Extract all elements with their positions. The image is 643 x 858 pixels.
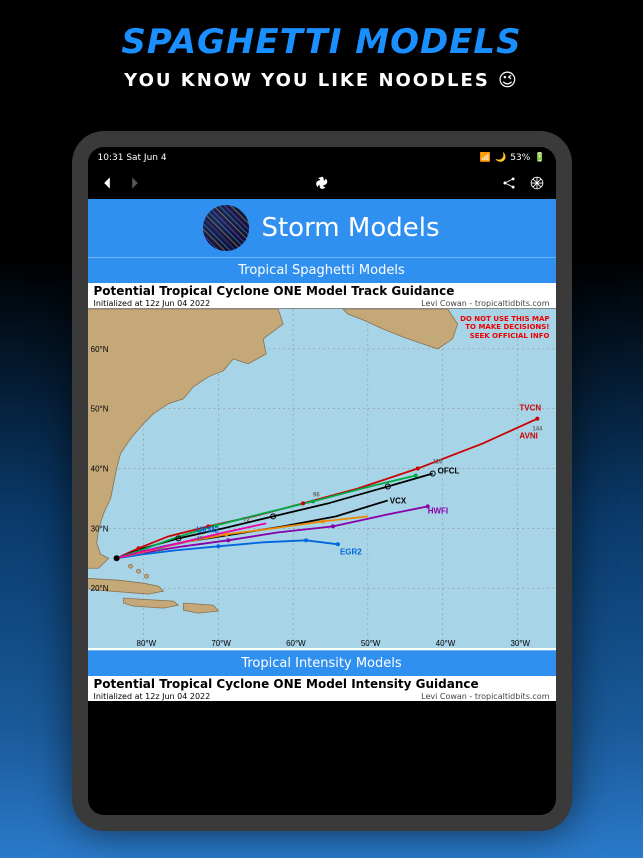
status-time: 10:31 [98,153,124,163]
svg-text:24: 24 [156,547,163,553]
svg-text:20°N: 20°N [90,584,108,593]
status-left: 10:31 Sat Jun 4 [98,153,167,163]
svg-text:60°W: 60°W [286,639,306,648]
spaghetti-map[interactable]: DO NOT USE THIS MAP TO MAKE DECISIONS! S… [88,308,556,648]
svg-text:30°W: 30°W [510,639,530,648]
svg-text:EGR2: EGR2 [339,547,361,556]
svg-text:30°N: 30°N [90,524,108,533]
intensity-credit: Levi Cowan - tropicaltidbits.com [421,692,549,701]
track-guidance-panel: Potential Tropical Cyclone ONE Model Tra… [88,283,556,648]
svg-text:AVNI: AVNI [519,432,537,441]
svg-text:UKM2: UKM2 [196,525,219,534]
svg-text:40°N: 40°N [90,465,108,474]
section-intensity-header: Tropical Intensity Models [88,650,556,676]
svg-text:48: 48 [196,536,203,542]
intensity-init: Initialized at 12z Jun 04 2022 [94,692,211,701]
moon-icon: 🌙 [495,153,506,163]
svg-text:OFCL: OFCL [437,467,459,476]
hurricane-icon [315,175,329,194]
intensity-subtitle: Initialized at 12z Jun 04 2022 Levi Cowa… [88,692,556,701]
svg-text:144: 144 [532,427,543,433]
map-warning: DO NOT USE THIS MAP TO MAKE DECISIONS! S… [460,315,549,340]
screen: 10:31 Sat Jun 4 📶 🌙 53% 🔋 [88,147,556,815]
forward-button[interactable] [128,175,142,194]
track-subtitle: Initialized at 12z Jun 04 2022 Levi Cowa… [88,299,556,308]
ipad-frame: 10:31 Sat Jun 4 📶 🌙 53% 🔋 [72,131,572,831]
app-title: Storm Models [261,213,439,243]
svg-text:96: 96 [313,492,320,498]
app-logo-icon [203,205,249,251]
svg-text:120: 120 [432,460,443,466]
svg-text:50°N: 50°N [90,405,108,414]
app-header: Storm Models [88,199,556,257]
svg-text:40°W: 40°W [435,639,455,648]
hero-subtitle: YOU KNOW YOU LIKE NOODLES 😉 [0,70,643,91]
settings-button[interactable] [530,175,544,194]
svg-text:50°W: 50°W [360,639,380,648]
svg-text:72: 72 [243,517,250,523]
track-init: Initialized at 12z Jun 04 2022 [94,299,211,308]
status-right: 📶 🌙 53% 🔋 [480,153,546,163]
content: Tropical Spaghetti Models Potential Trop… [88,257,556,815]
track-credit: Levi Cowan - tropicaltidbits.com [421,299,549,308]
map-svg: 60°N 50°N 40°N 30°N 20°N 80°W 70°W 60°W … [88,309,556,648]
svg-text:70°W: 70°W [211,639,231,648]
wifi-icon: 📶 [480,153,491,163]
hero-title: SPAGHETTI MODELS [0,22,643,62]
battery-icon: 🔋 [534,153,545,163]
battery-pct: 53% [510,153,530,163]
svg-text:TVCN: TVCN [519,404,541,413]
promo-hero: SPAGHETTI MODELS YOU KNOW YOU LIKE NOODL… [0,0,643,101]
track-title: Potential Tropical Cyclone ONE Model Tra… [88,283,556,299]
intensity-title: Potential Tropical Cyclone ONE Model Int… [88,676,556,692]
intensity-guidance-panel: Potential Tropical Cyclone ONE Model Int… [88,676,556,701]
share-button[interactable] [502,175,516,194]
section-spaghetti-header: Tropical Spaghetti Models [88,257,556,283]
svg-text:HWFI: HWFI [427,506,447,515]
status-bar: 10:31 Sat Jun 4 📶 🌙 53% 🔋 [88,147,556,169]
svg-text:VCX: VCX [389,496,406,505]
status-date: Sat Jun 4 [126,153,166,163]
back-button[interactable] [100,175,114,194]
nav-bar [88,169,556,199]
svg-text:80°W: 80°W [136,639,156,648]
svg-text:60°N: 60°N [90,345,108,354]
